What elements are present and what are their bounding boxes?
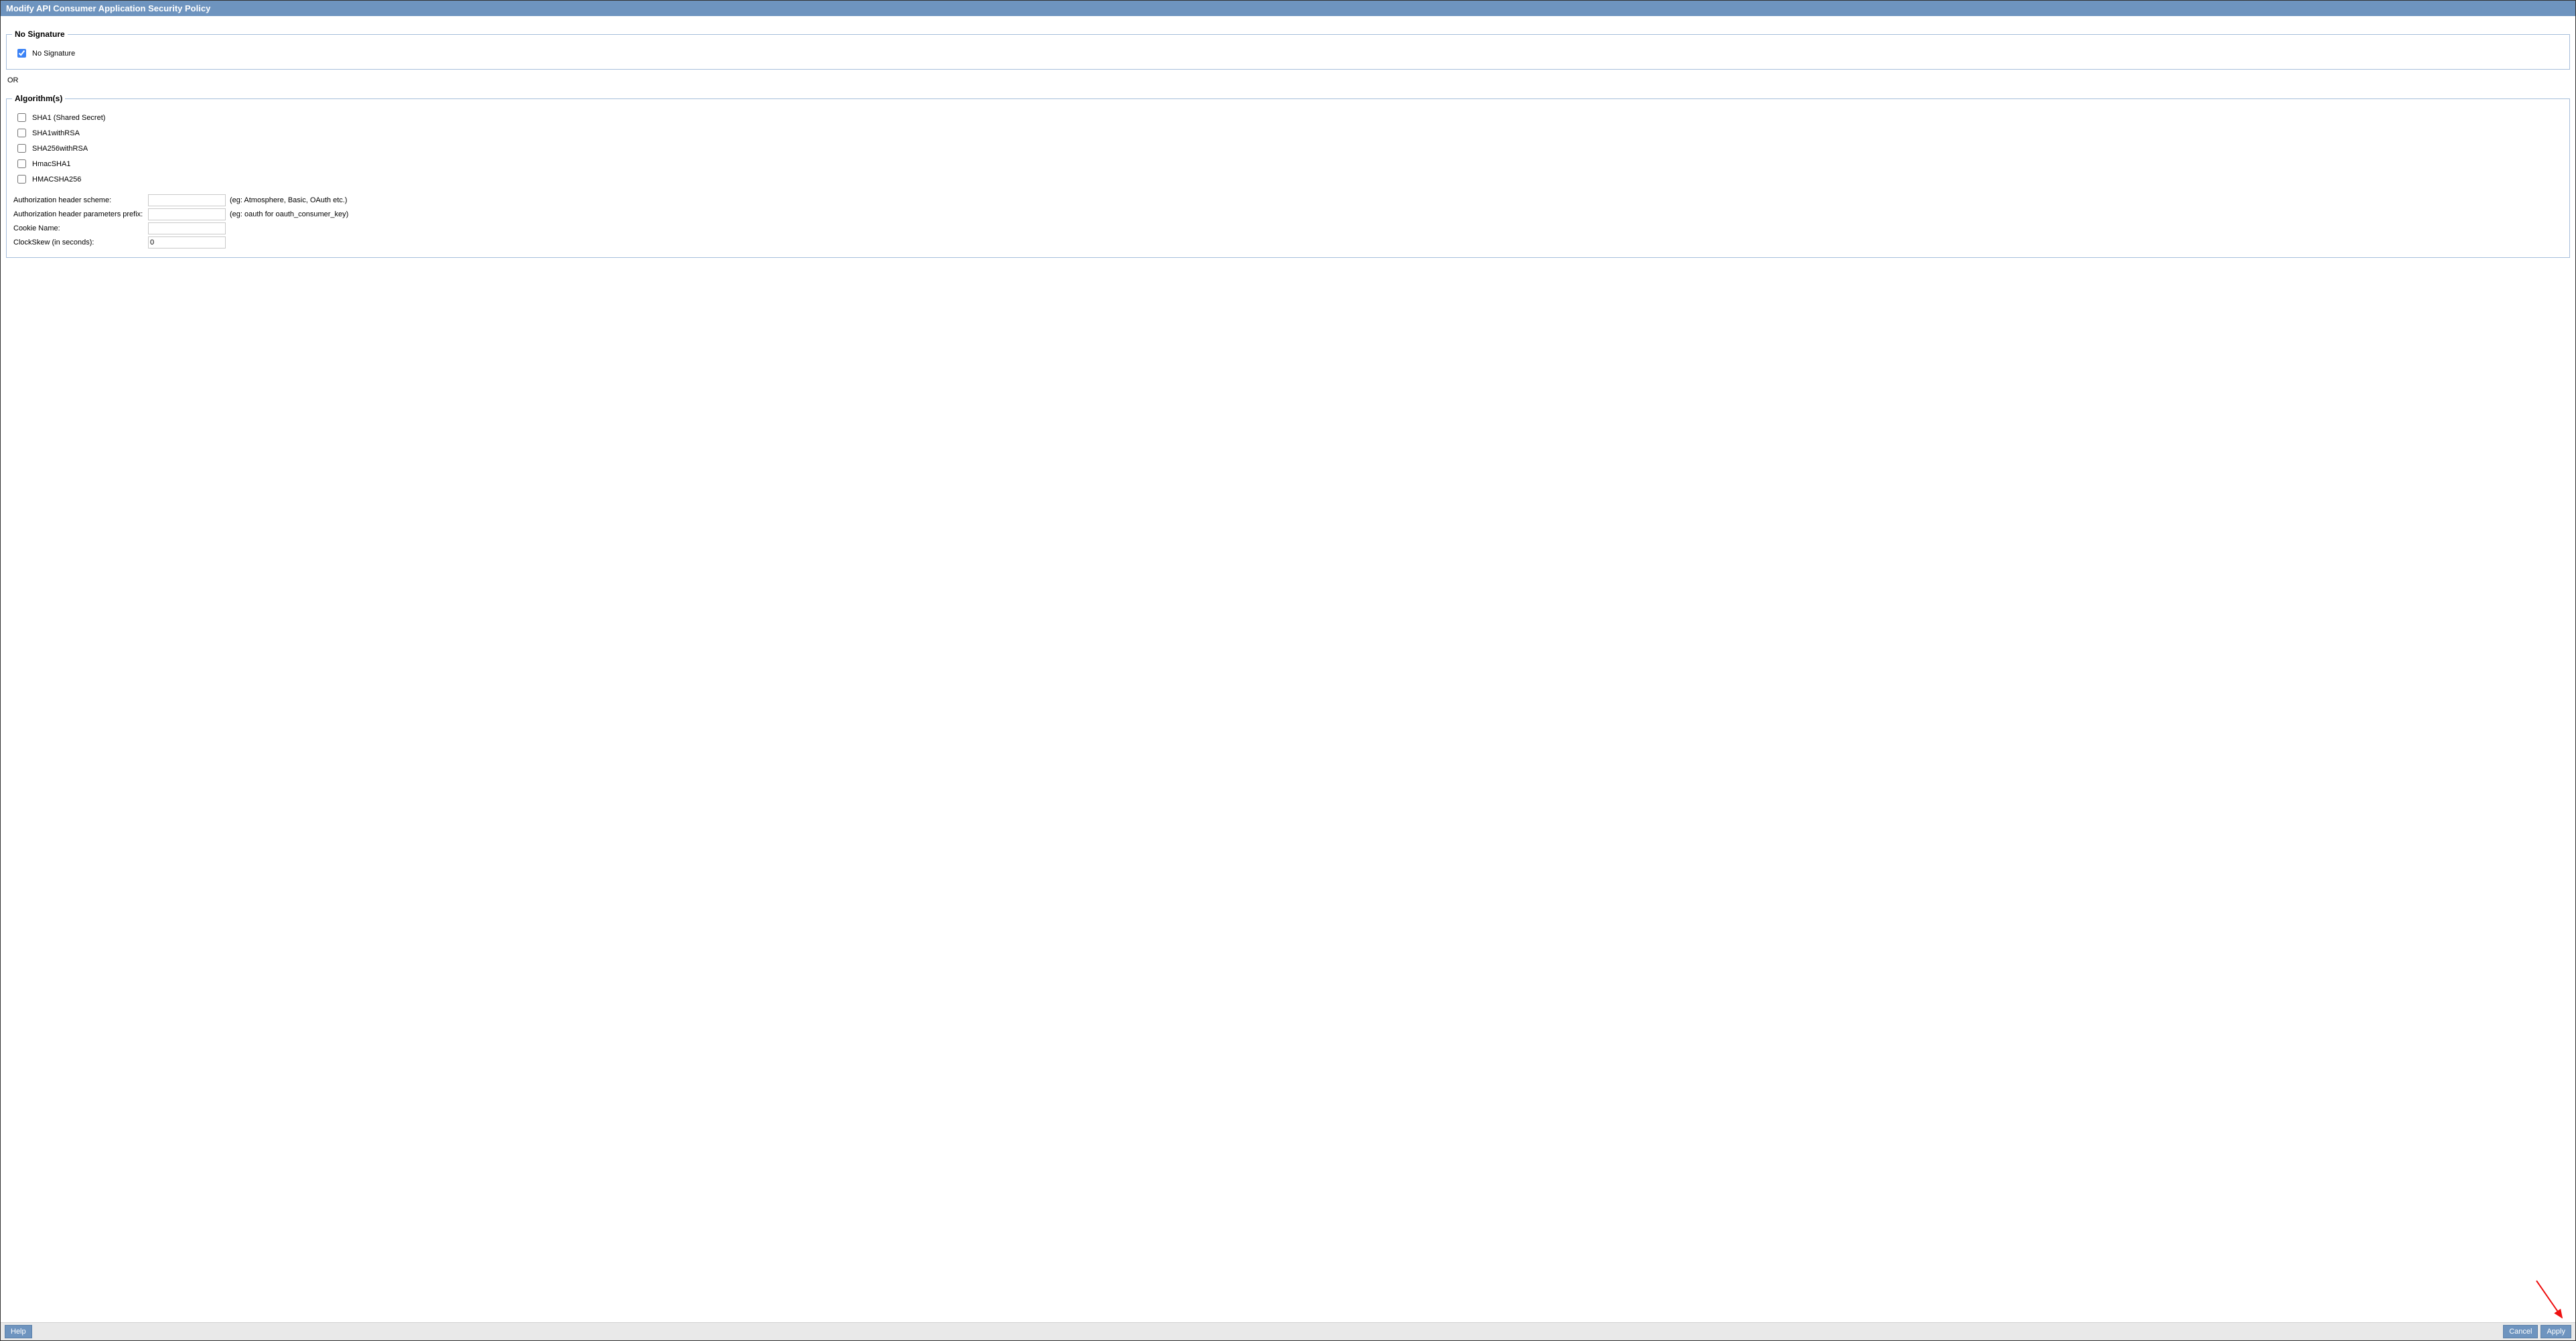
- auth-header-prefix-label: Authorization header parameters prefix:: [13, 210, 144, 218]
- no-signature-checkbox[interactable]: [17, 49, 26, 58]
- auth-header-scheme-input[interactable]: [148, 194, 226, 206]
- dialog-content: No Signature No Signature OR Algorithm(s…: [1, 16, 2575, 1322]
- clockskew-label: ClockSkew (in seconds):: [13, 238, 144, 246]
- auth-header-prefix-hint: (eg: oauth for oauth_consumer_key): [230, 210, 348, 218]
- or-separator: OR: [6, 74, 2570, 87]
- auth-header-scheme-label: Authorization header scheme:: [13, 196, 144, 204]
- auth-header-prefix-row: Authorization header parameters prefix: …: [12, 208, 2564, 220]
- algorithm-label-sha256withrsa[interactable]: SHA256withRSA: [32, 145, 88, 153]
- cookie-name-label: Cookie Name:: [13, 224, 144, 232]
- algorithm-row-hmacsha256: HMACSHA256: [12, 173, 2564, 186]
- algorithms-legend: Algorithm(s): [12, 94, 65, 103]
- dialog-window: Modify API Consumer Application Security…: [0, 0, 2576, 1341]
- algorithm-label-hmacsha256[interactable]: HMACSHA256: [32, 175, 81, 184]
- algorithm-label-hmacsha1[interactable]: HmacSHA1: [32, 160, 70, 168]
- apply-button[interactable]: Apply: [2541, 1325, 2571, 1338]
- auth-header-scheme-row: Authorization header scheme: (eg: Atmosp…: [12, 194, 2564, 206]
- algorithm-label-sha1withrsa[interactable]: SHA1withRSA: [32, 129, 80, 137]
- algorithm-row-hmacsha1: HmacSHA1: [12, 157, 2564, 170]
- no-signature-row: No Signature: [12, 47, 2564, 60]
- algorithm-checkbox-sha1-shared[interactable]: [17, 113, 26, 122]
- dialog-title: Modify API Consumer Application Security…: [1, 1, 2575, 16]
- no-signature-legend: No Signature: [12, 29, 68, 39]
- algorithm-row-sha1-shared: SHA1 (Shared Secret): [12, 111, 2564, 124]
- auth-header-prefix-input[interactable]: [148, 208, 226, 220]
- algorithm-checkbox-hmacsha256[interactable]: [17, 175, 26, 184]
- algorithm-checkbox-list: SHA1 (Shared Secret) SHA1withRSA SHA256wit…: [12, 111, 2564, 186]
- no-signature-label[interactable]: No Signature: [32, 50, 75, 58]
- cookie-name-input[interactable]: [148, 222, 226, 234]
- cancel-button[interactable]: Cancel: [2503, 1325, 2538, 1338]
- auth-header-scheme-hint: (eg: Atmosphere, Basic, OAuth etc.): [230, 196, 347, 204]
- clockskew-input[interactable]: [148, 236, 226, 249]
- algorithm-checkbox-sha1withrsa[interactable]: [17, 129, 26, 137]
- footer-right: Cancel Apply: [2503, 1325, 2571, 1338]
- algorithms-group: Algorithm(s) SHA1 (Shared Secret) SHA1wit…: [6, 94, 2570, 258]
- algorithm-checkbox-sha256withrsa[interactable]: [17, 144, 26, 153]
- algorithm-checkbox-hmacsha1[interactable]: [17, 159, 26, 168]
- help-button[interactable]: Help: [5, 1325, 32, 1338]
- algorithm-label-sha1-shared[interactable]: SHA1 (Shared Secret): [32, 114, 105, 122]
- algorithm-row-sha256withrsa: SHA256withRSA: [12, 142, 2564, 155]
- dialog-footer: Help Cancel Apply: [1, 1322, 2575, 1340]
- cookie-name-row: Cookie Name:: [12, 222, 2564, 234]
- no-signature-group: No Signature No Signature: [6, 29, 2570, 70]
- clockskew-row: ClockSkew (in seconds):: [12, 236, 2564, 249]
- algorithm-row-sha1withrsa: SHA1withRSA: [12, 127, 2564, 139]
